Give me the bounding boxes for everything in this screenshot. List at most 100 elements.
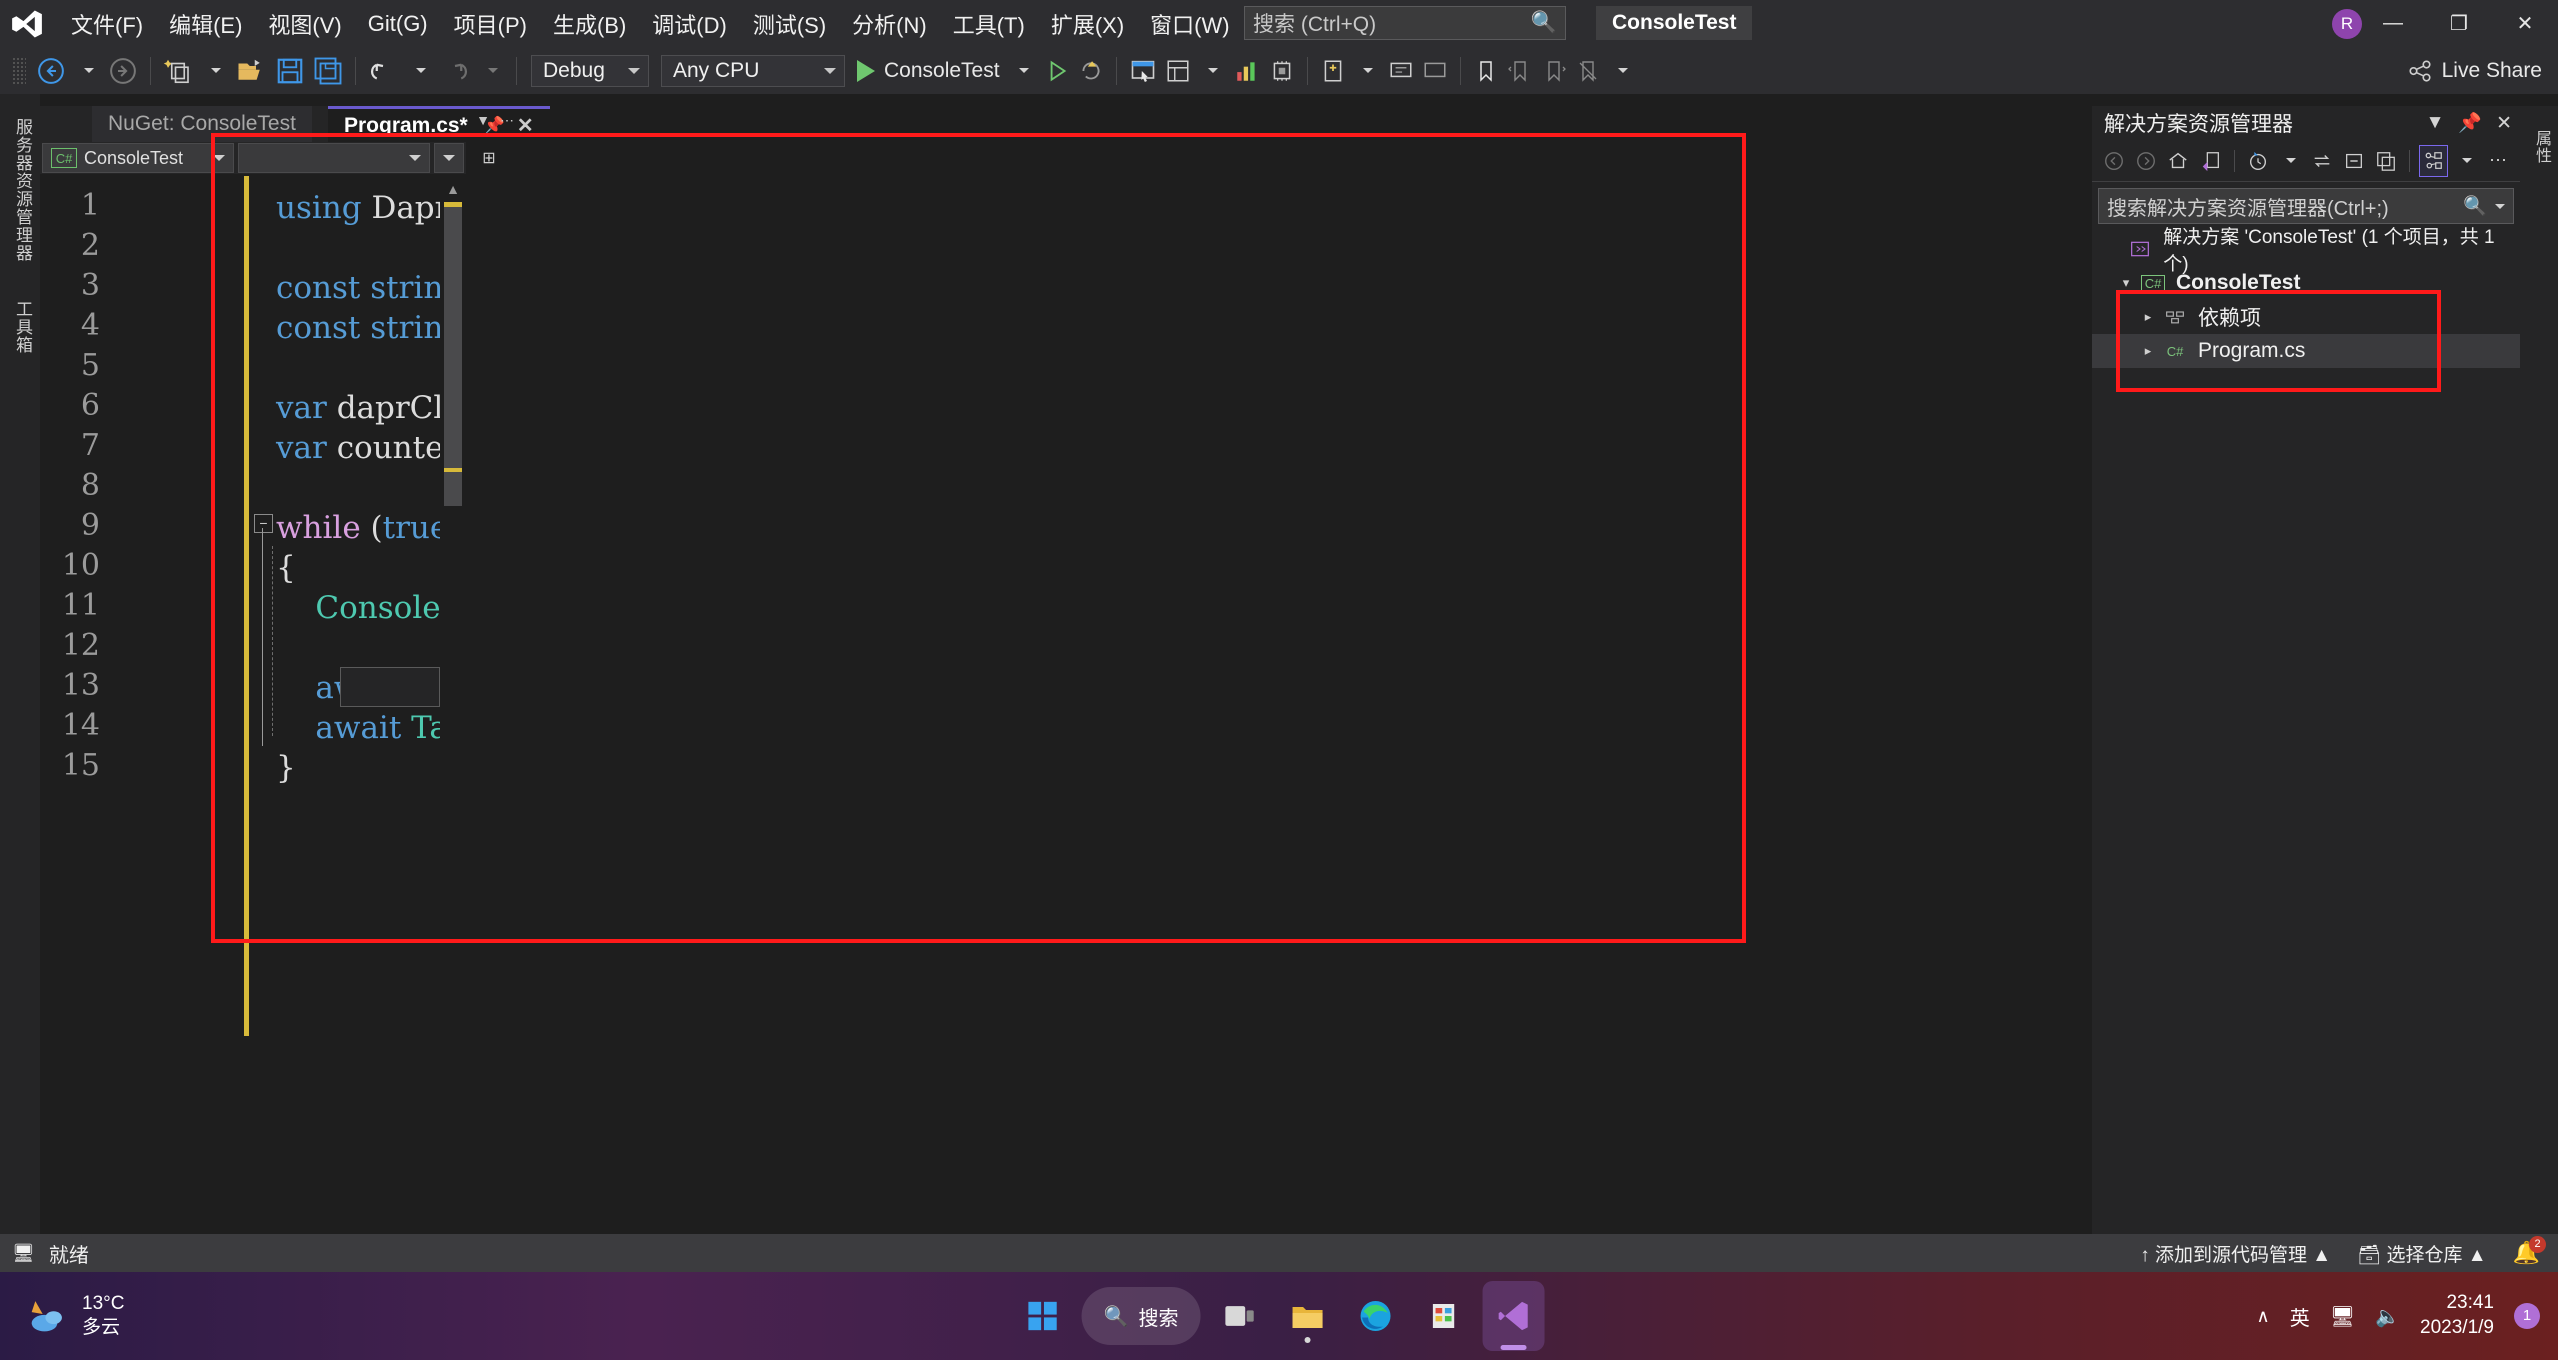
code-editor[interactable]: 123456789101112131415 − using Dapr.Clien… [40, 176, 466, 1250]
code-line[interactable]: while (true) [276, 508, 460, 548]
show-all-files-icon[interactable] [2372, 145, 2400, 177]
menu-build[interactable]: 生成(B) [540, 0, 639, 47]
forward-icon[interactable] [2132, 145, 2160, 177]
volume-icon[interactable]: 🔈 [2375, 1304, 2400, 1329]
new-project-dropdown[interactable] [197, 52, 231, 90]
expander-icon[interactable]: ▸ [2136, 309, 2160, 325]
close-icon[interactable]: ✕ [517, 113, 534, 138]
quick-launch-search[interactable]: 搜索 (Ctrl+Q) 🔍 [1244, 6, 1566, 40]
tree-item-solution[interactable]: 解决方案 'ConsoleTest' (1 个项目，共 1 个) [2092, 227, 2520, 275]
preview-selected-items-icon[interactable] [2419, 144, 2448, 177]
overflow-icon[interactable]: ⋯ [2484, 145, 2512, 177]
menu-analyze[interactable]: 分析(N) [839, 0, 940, 47]
save-button[interactable] [271, 52, 309, 90]
menu-test[interactable]: 测试(S) [740, 0, 839, 47]
toolbox-tab[interactable]: 工具箱 [10, 286, 35, 368]
add-to-source-control-button[interactable]: ↑ 添加到源代码管理 ▲ [2140, 1240, 2331, 1267]
properties-tab[interactable]: 属性 [2529, 116, 2553, 178]
back-icon[interactable] [2100, 145, 2128, 177]
taskbar-clock[interactable]: 23:41 2023/1/9 [2420, 1291, 2494, 1340]
close-icon[interactable]: ✕ [2496, 112, 2512, 135]
live-share-button[interactable]: Live Share [2407, 47, 2542, 94]
preview-dropdown-icon[interactable] [2452, 145, 2480, 177]
tab-program-cs[interactable]: Program.cs* 📌 ✕ [328, 106, 550, 142]
member-scope-combo[interactable] [238, 143, 430, 173]
tray-chevron-icon[interactable]: ∧ [2257, 1306, 2270, 1327]
sync-with-active-document-icon[interactable] [2197, 145, 2225, 177]
live-visual-tree-button[interactable] [1161, 52, 1195, 90]
solution-name-chip[interactable]: ConsoleTest [1596, 6, 1753, 40]
sync-icon[interactable] [2308, 145, 2336, 177]
server-explorer-tab[interactable]: 服务器资源管理器 [10, 104, 35, 276]
undo-button[interactable] [364, 52, 402, 90]
network-icon[interactable]: 🖥 [2330, 1304, 2355, 1329]
menu-edit[interactable]: 编辑(E) [156, 0, 255, 47]
taskbar-notification-button[interactable]: 1 [2514, 1303, 2540, 1329]
redo-dropdown[interactable] [474, 52, 508, 90]
pending-changes-dropdown-icon[interactable] [2276, 145, 2304, 177]
add-new-item-dropdown[interactable] [1350, 52, 1384, 90]
toolbar-overflow-button[interactable] [1605, 52, 1639, 90]
undo-dropdown[interactable] [402, 52, 436, 90]
code-line[interactable]: } [276, 748, 296, 788]
microsoft-store-icon[interactable] [1414, 1287, 1472, 1345]
home-icon[interactable] [2164, 145, 2192, 177]
start-debugging-button[interactable]: ConsoleTest [851, 52, 1006, 90]
code-line[interactable]: await Task.Delay(1000); [276, 708, 466, 748]
start-target-dropdown[interactable] [1006, 52, 1040, 90]
tree-item-dependencies[interactable]: ▸ 依赖项 [2092, 300, 2520, 334]
code-text-layer[interactable]: using Dapr.Client; const string storeName… [40, 176, 466, 1250]
start-icon[interactable] [1014, 1287, 1072, 1345]
expander-open-icon[interactable]: ▾ [2114, 275, 2138, 291]
memory-usage-button[interactable] [1265, 52, 1299, 90]
menu-file[interactable]: 文件(F) [58, 0, 156, 47]
editor-vertical-scrollbar[interactable]: ▲ ▼ [440, 176, 466, 1250]
diagnostics-button[interactable] [1229, 52, 1265, 90]
vs-code-insiders-icon[interactable] [1482, 1281, 1545, 1351]
hot-reload-button[interactable] [1074, 52, 1108, 90]
notifications-button[interactable]: 🔔 2 [2513, 1236, 2546, 1266]
select-element-button[interactable] [1125, 52, 1161, 90]
minimize-button[interactable]: — [2360, 0, 2426, 47]
start-without-debugging-button[interactable] [1040, 52, 1074, 90]
pending-changes-icon[interactable] [2244, 145, 2272, 177]
menu-git[interactable]: Git(G) [355, 0, 441, 47]
pin-icon[interactable]: 📌 [2458, 111, 2482, 135]
code-line[interactable]: const string key = "counter"; [276, 308, 466, 348]
ime-indicator[interactable]: 英 [2290, 1302, 2310, 1331]
weather-widget[interactable]: 13°C 多云 [28, 1292, 124, 1341]
menu-tools[interactable]: 工具(T) [940, 0, 1038, 47]
toggle-bookmark-button[interactable] [1469, 52, 1503, 90]
add-new-item-button[interactable] [1316, 52, 1350, 90]
previous-bookmark-button[interactable] [1503, 52, 1537, 90]
restore-button[interactable]: ❐ [2426, 0, 2492, 47]
code-line[interactable]: var counter = await daprClient.GetStateA… [276, 428, 466, 468]
code-line[interactable]: using Dapr.Client; [276, 188, 466, 228]
menu-extensions[interactable]: 扩展(X) [1038, 0, 1137, 47]
file-explorer-icon[interactable] [1278, 1287, 1336, 1345]
task-view-icon[interactable] [1210, 1287, 1268, 1345]
tree-item-program-cs[interactable]: ▸ C# Program.cs [2092, 334, 2520, 368]
tab-nuget-consoletest[interactable]: NuGet: ConsoleTest [92, 106, 312, 142]
split-editor-button[interactable]: ⊞ [476, 148, 502, 174]
chevron-down-icon[interactable]: ▼ [2426, 112, 2445, 134]
avatar[interactable]: R [2332, 8, 2362, 39]
menu-project[interactable]: 项目(P) [441, 0, 540, 47]
close-button[interactable]: ✕ [2492, 0, 2558, 47]
third-scope-combo[interactable] [434, 143, 464, 173]
menu-view[interactable]: 视图(V) [255, 0, 354, 47]
open-file-button[interactable] [231, 52, 271, 90]
select-repository-button[interactable]: 🗃 选择仓库 ▲ [2357, 1240, 2487, 1267]
navigate-forward-button[interactable] [104, 52, 142, 90]
scrollbar-thumb[interactable] [444, 206, 462, 506]
solution-explorer-search[interactable]: 搜索解决方案资源管理器(Ctrl+;) 🔍 [2098, 188, 2514, 224]
solution-configuration-combo[interactable]: Debug [531, 54, 649, 87]
live-visual-tree-dropdown[interactable] [1195, 52, 1229, 90]
solution-tree[interactable]: 解决方案 'ConsoleTest' (1 个项目，共 1 个) ▾ C# Co… [2092, 224, 2520, 368]
new-project-button[interactable] [159, 52, 197, 90]
toolbar-grip[interactable] [12, 56, 26, 85]
navigate-backward-dropdown[interactable] [70, 52, 104, 90]
comment-button[interactable] [1384, 52, 1418, 90]
code-line[interactable]: Console.WriteLine($"Counter = {counter++… [276, 588, 466, 628]
save-all-button[interactable] [309, 52, 347, 90]
